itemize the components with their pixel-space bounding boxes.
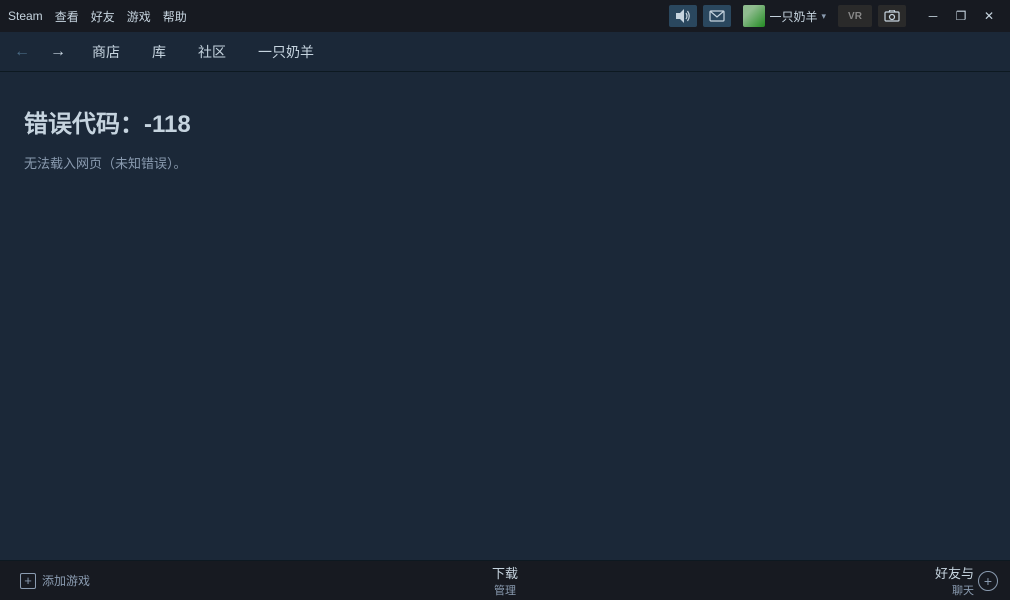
avatar [743,5,765,27]
user-area[interactable]: 一只奶羊 ▾ [737,3,832,29]
download-sub: 管理 [494,582,516,598]
error-title: 错误代码：-118 [24,104,986,139]
nav-library[interactable]: 库 [144,38,174,66]
menu-steam[interactable]: Steam [8,9,43,23]
close-button[interactable]: ✕ [976,7,1002,25]
chevron-down-icon: ▾ [821,11,826,22]
chat-title: 聊天 [952,582,974,598]
speaker-icon [674,7,692,25]
bottom-bar: + 添加游戏 下载 管理 好友与 聊天 + [0,560,1010,600]
title-bar-left: Steam 查看 好友 游戏 帮助 [8,8,669,25]
window-controls: － ❐ ✕ [920,7,1002,25]
avatar-image [743,5,765,27]
download-title: 下载 [492,563,518,582]
title-bar: Steam 查看 好友 游戏 帮助 一只奶羊 ▾ [0,0,1010,32]
nav-user[interactable]: 一只奶羊 [250,38,322,66]
add-game-label: 添加游戏 [42,572,90,589]
back-button[interactable]: ← [12,43,32,61]
menu-help[interactable]: 帮助 [163,8,187,25]
main-content: 错误代码：-118 无法载入网页（未知错误）。 [0,72,1010,560]
add-icon: + [20,573,36,589]
minimize-button[interactable]: － [920,7,946,25]
friends-chat-labels: 好友与 聊天 [935,563,974,598]
mail-icon [709,10,725,22]
nav-store[interactable]: 商店 [84,38,128,66]
title-bar-right: 一只奶羊 ▾ VR － ❐ ✕ [669,3,1002,29]
forward-button[interactable]: → [48,43,68,61]
restore-button[interactable]: ❐ [948,7,974,25]
mail-button[interactable] [703,5,731,27]
user-name: 一只奶羊 [769,8,817,25]
screenshot-icon [884,10,900,22]
friends-title: 好友与 [935,563,974,582]
menu-view[interactable]: 查看 [55,8,79,25]
download-center-button[interactable]: 下载 管理 [492,563,518,598]
friends-plus-icon: + [978,571,998,591]
nav-community[interactable]: 社区 [190,38,234,66]
nav-bar: ← → 商店 库 社区 一只奶羊 [0,32,1010,72]
screenshot-button[interactable] [878,5,906,27]
add-game-button[interactable]: + 添加游戏 [12,568,98,593]
friends-chat-button[interactable]: 好友与 聊天 + [935,563,998,598]
vr-button[interactable]: VR [838,5,872,27]
error-desc: 无法载入网页（未知错误）。 [24,153,986,172]
menu-games[interactable]: 游戏 [127,8,151,25]
menu-friends[interactable]: 好友 [91,8,115,25]
speaker-button[interactable] [669,5,697,27]
